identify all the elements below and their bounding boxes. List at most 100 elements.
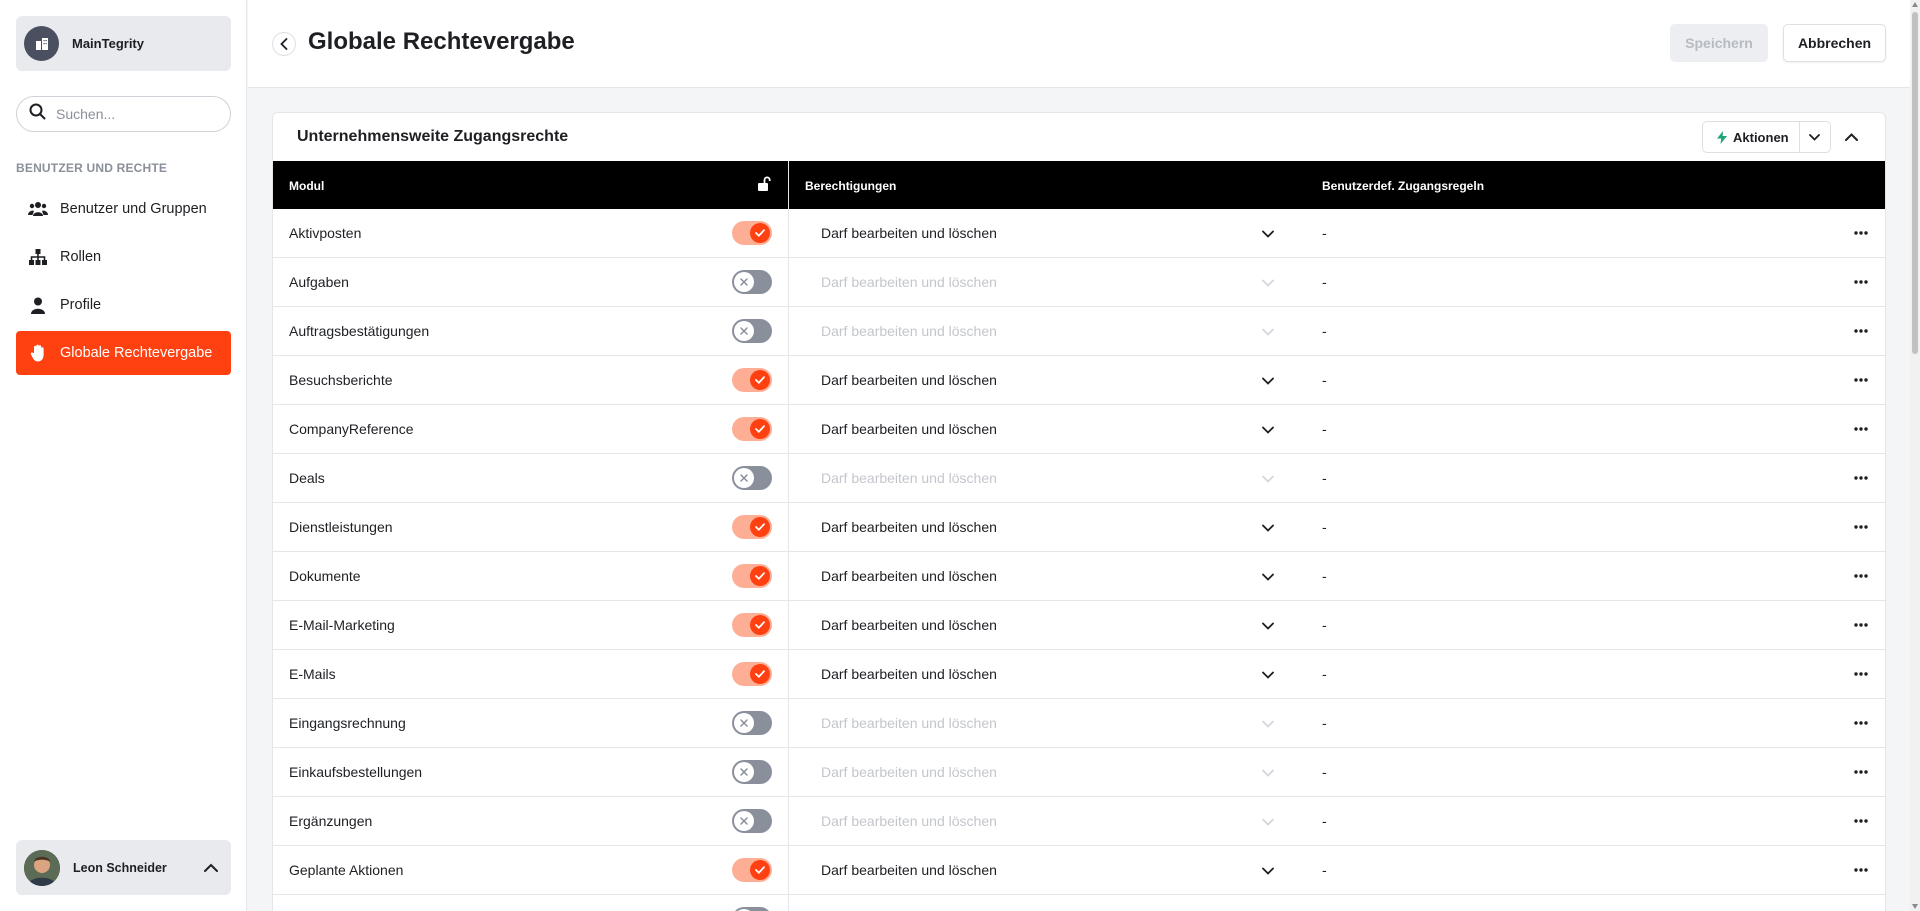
check-icon [755, 376, 765, 384]
org-switcher[interactable]: MainTegrity [16, 16, 231, 71]
column-header-permissions: Berechtigungen [805, 179, 897, 193]
permission-select[interactable]: Darf bearbeiten und löschen [821, 372, 997, 388]
access-rule-value: - [1322, 519, 1327, 535]
chevron-down-icon[interactable] [1259, 421, 1277, 439]
permission-select[interactable]: Darf bearbeiten und löschen [821, 617, 997, 633]
scroll-down-icon[interactable] [1912, 904, 1918, 909]
user-name: Leon Schneider [73, 860, 167, 875]
module-toggle[interactable] [732, 809, 772, 833]
sidebar-item-global-rights[interactable]: Globale Rechtevergabe [16, 331, 231, 375]
sidebar-item-label: Rollen [60, 249, 102, 265]
more-options-icon[interactable] [1850, 419, 1872, 439]
actions-label: Aktionen [1733, 129, 1789, 145]
more-options-icon[interactable] [1850, 615, 1872, 635]
user-menu[interactable]: Leon Schneider [16, 840, 231, 895]
more-options-icon[interactable] [1850, 370, 1872, 390]
column-divider [788, 552, 789, 600]
access-rule-value: - [1322, 617, 1327, 633]
sidebar-item-roles[interactable]: Rollen [16, 235, 231, 279]
more-options-icon[interactable] [1850, 272, 1872, 292]
access-rule-value: - [1322, 666, 1327, 682]
chevron-up-icon[interactable] [201, 858, 221, 878]
access-rule-value: - [1322, 862, 1327, 878]
access-rule-value: - [1322, 568, 1327, 584]
module-name: Aufgaben [289, 274, 349, 290]
column-divider [788, 258, 789, 306]
collapse-card-button[interactable] [1839, 125, 1863, 149]
save-button[interactable]: Speichern [1670, 24, 1768, 62]
chevron-down-icon[interactable] [1259, 372, 1277, 390]
chevron-down-icon[interactable] [1259, 617, 1277, 635]
x-icon [740, 474, 748, 482]
scroll-thumb[interactable] [1912, 12, 1918, 354]
module-toggle[interactable] [732, 564, 772, 588]
toggle-knob [734, 321, 754, 341]
module-toggle[interactable] [732, 466, 772, 490]
back-button[interactable] [272, 32, 296, 56]
access-rule-value: - [1322, 421, 1327, 437]
check-icon [755, 425, 765, 433]
column-divider [788, 601, 789, 649]
access-rule-value: - [1322, 274, 1327, 290]
more-options-icon[interactable] [1850, 468, 1872, 488]
more-options-icon[interactable] [1850, 860, 1872, 880]
module-toggle[interactable] [732, 270, 772, 294]
column-divider [788, 356, 789, 404]
table-row: Einkaufsbestellungen Darf bearbeiten und … [273, 748, 1885, 797]
permission-select[interactable]: Darf bearbeiten und löschen [821, 519, 997, 535]
permission-select: Darf bearbeiten und löschen [821, 715, 997, 731]
more-options-icon[interactable] [1850, 223, 1872, 243]
unlock-icon[interactable] [757, 176, 771, 194]
toggle-knob [750, 223, 770, 243]
actions-dropdown-toggle[interactable] [1800, 122, 1830, 152]
x-icon [740, 327, 748, 335]
permission-select[interactable]: Darf bearbeiten und löschen [821, 862, 997, 878]
module-toggle[interactable] [732, 515, 772, 539]
more-options-icon[interactable] [1850, 566, 1872, 586]
permission-select[interactable]: Darf bearbeiten und löschen [821, 421, 997, 437]
table-row: Geplante Aktionen Darf bearbeiten und lös… [273, 846, 1885, 895]
more-options-icon[interactable] [1850, 664, 1872, 684]
scroll-up-icon[interactable] [1912, 2, 1918, 7]
chevron-down-icon[interactable] [1259, 666, 1277, 684]
sidebar-item-profiles[interactable]: Profile [16, 283, 231, 327]
module-toggle[interactable] [732, 760, 772, 784]
page-title: Globale Rechtevergabe [308, 28, 575, 55]
column-divider [788, 405, 789, 453]
toggle-knob [750, 664, 770, 684]
search-box[interactable] [16, 96, 231, 132]
chevron-down-icon[interactable] [1259, 225, 1277, 243]
column-header-rules: Benutzerdef. Zugangsregeln [1322, 179, 1485, 193]
table-row: Aufgaben Darf bearbeiten und löschen - [273, 258, 1885, 307]
chevron-down-icon[interactable] [1259, 519, 1277, 537]
actions-button[interactable]: Aktionen [1703, 122, 1800, 152]
module-toggle[interactable] [732, 662, 772, 686]
table-row: E-Mails Darf bearbeiten und löschen - [273, 650, 1885, 699]
more-options-icon[interactable] [1850, 811, 1872, 831]
chevron-down-icon[interactable] [1259, 568, 1277, 586]
more-options-icon[interactable] [1850, 713, 1872, 733]
module-toggle[interactable] [732, 221, 772, 245]
module-toggle[interactable] [732, 613, 772, 637]
search-input[interactable] [56, 106, 206, 122]
module-toggle[interactable] [732, 711, 772, 735]
check-icon [755, 621, 765, 629]
module-toggle[interactable] [732, 319, 772, 343]
more-options-icon[interactable] [1850, 321, 1872, 341]
chevron-down-icon [1259, 470, 1277, 488]
toggle-knob [750, 566, 770, 586]
more-options-icon[interactable] [1850, 517, 1872, 537]
permission-select[interactable]: Darf bearbeiten und löschen [821, 568, 997, 584]
module-toggle[interactable] [732, 907, 772, 911]
toggle-knob [750, 419, 770, 439]
cancel-button[interactable]: Abbrechen [1783, 24, 1886, 62]
chevron-down-icon[interactable] [1259, 862, 1277, 880]
more-options-icon[interactable] [1850, 762, 1872, 782]
permission-select[interactable]: Darf bearbeiten und löschen [821, 225, 997, 241]
page-scrollbar[interactable] [1910, 0, 1920, 911]
module-toggle[interactable] [732, 417, 772, 441]
permission-select[interactable]: Darf bearbeiten und löschen [821, 666, 997, 682]
sidebar-item-users-groups[interactable]: Benutzer und Gruppen [16, 187, 231, 231]
module-toggle[interactable] [732, 858, 772, 882]
module-toggle[interactable] [732, 368, 772, 392]
